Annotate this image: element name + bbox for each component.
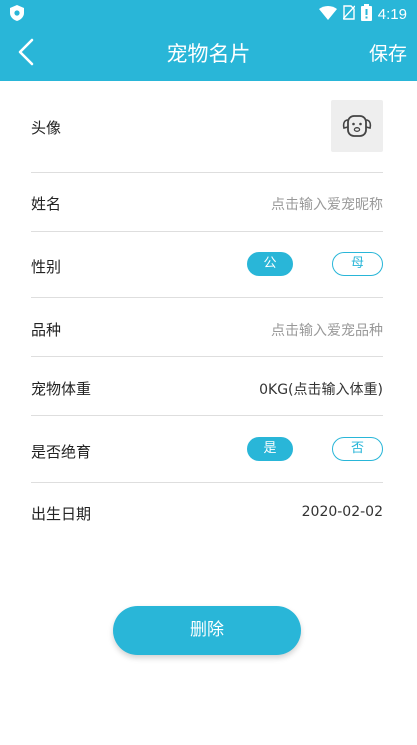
weight-label: 宠物体重 — [31, 380, 92, 398]
pet-avatar-placeholder-icon[interactable] — [331, 100, 383, 152]
neutered-no-option[interactable]: 否 — [332, 437, 383, 461]
gender-male-option[interactable]: 公 — [247, 252, 293, 276]
status-time: 4:19 — [377, 5, 407, 23]
avatar-row[interactable]: 头像 — [31, 81, 383, 173]
wifi-icon — [318, 5, 337, 24]
neutered-yes-option[interactable]: 是 — [247, 437, 293, 461]
shield-icon — [10, 5, 24, 21]
app-bar: 宠物名片 保存 — [0, 28, 417, 81]
battery-icon — [360, 3, 372, 25]
status-bar: 4:19 — [0, 0, 417, 28]
gender-label: 性别 — [31, 258, 62, 276]
weight-input[interactable]: 0KG(点击输入体重) — [259, 379, 383, 399]
gender-female-option[interactable]: 母 — [332, 252, 383, 276]
chevron-left-icon — [18, 38, 34, 70]
page-title: 宠物名片 — [166, 42, 251, 66]
weight-row[interactable]: 宠物体重 0KG(点击输入体重) — [31, 357, 383, 416]
birthdate-row[interactable]: 出生日期 2020-02-02 — [31, 483, 383, 543]
breed-label: 品种 — [31, 321, 62, 339]
birthdate-value[interactable]: 2020-02-02 — [302, 504, 383, 520]
birthdate-label: 出生日期 — [31, 505, 92, 523]
neutered-row: 是否绝育 是 否 — [31, 416, 383, 483]
breed-input[interactable]: 点击输入爱宠品种 — [271, 320, 383, 340]
name-input[interactable]: 点击输入爱宠昵称 — [271, 194, 383, 214]
name-row[interactable]: 姓名 点击输入爱宠昵称 — [31, 173, 383, 232]
breed-row[interactable]: 品种 点击输入爱宠品种 — [31, 298, 383, 357]
neutered-label: 是否绝育 — [31, 443, 92, 461]
name-label: 姓名 — [31, 195, 62, 213]
delete-button[interactable]: 删除 — [113, 606, 301, 655]
no-sim-icon — [342, 4, 356, 24]
pet-profile-form: 头像 姓名 点击输入爱宠昵称 性别 公 母 品种 点击输入爱宠品种 宠物体重 0… — [31, 81, 383, 543]
gender-row: 性别 公 母 — [31, 232, 383, 298]
save-button[interactable]: 保存 — [369, 28, 407, 81]
back-button[interactable] — [8, 36, 44, 72]
avatar-label: 头像 — [31, 119, 62, 137]
